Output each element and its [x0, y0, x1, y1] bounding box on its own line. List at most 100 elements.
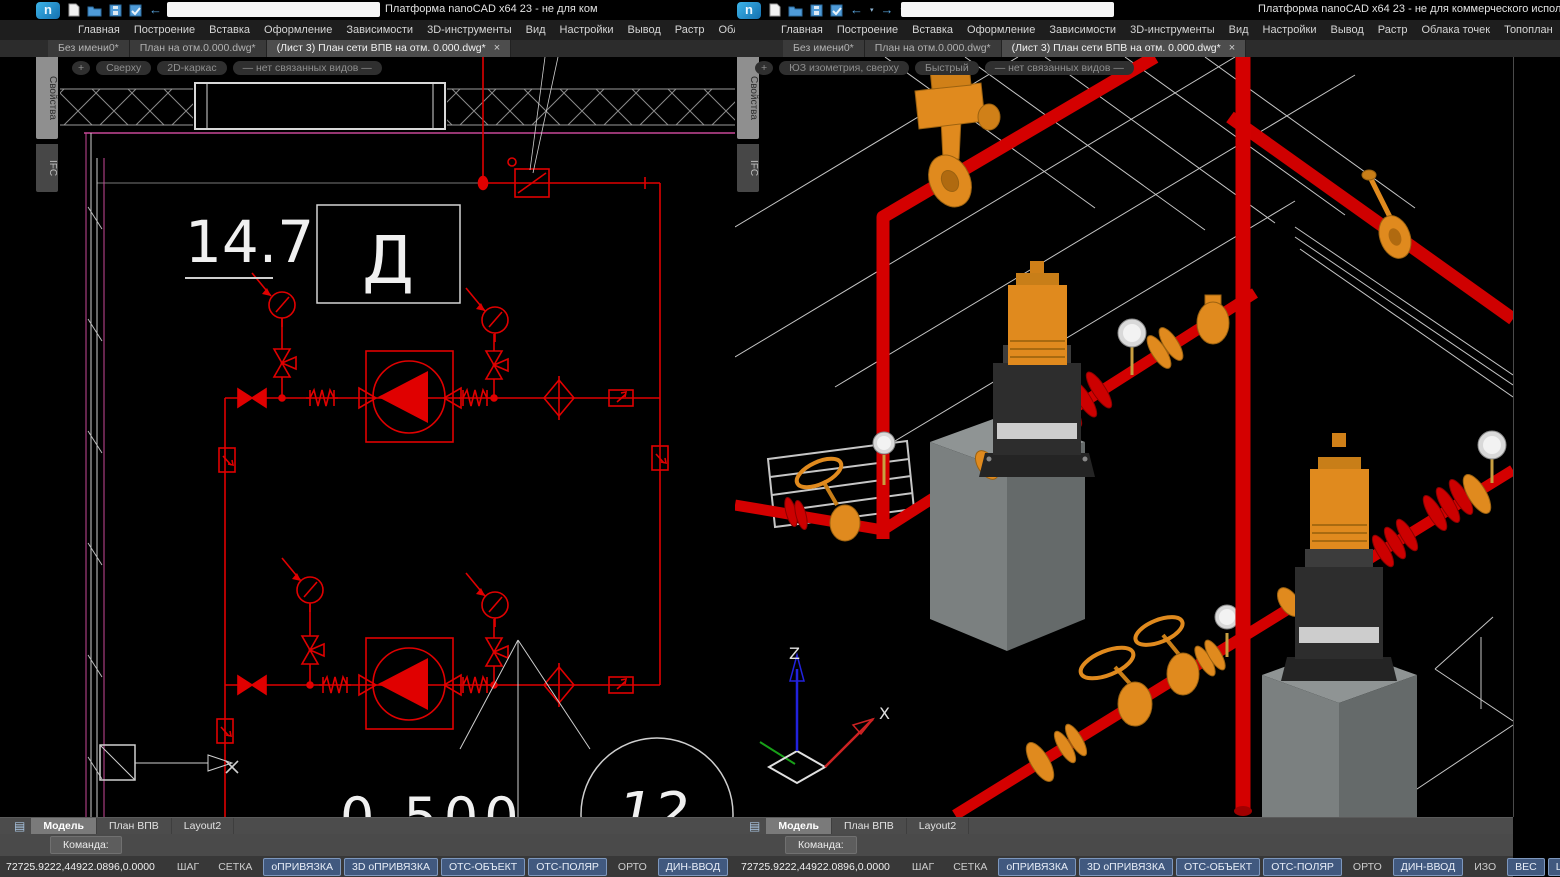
menu-item[interactable]: Растр [1378, 24, 1408, 36]
menu-item[interactable]: 3D-инструменты [427, 24, 512, 36]
open-folder-icon[interactable] [788, 4, 803, 17]
toolbar-field[interactable] [901, 2, 1114, 17]
roof-truss[interactable] [60, 81, 735, 131]
viewport-control-pill[interactable]: — нет связанных видов — [233, 61, 382, 75]
open-folder-icon[interactable] [87, 4, 102, 17]
menu-item[interactable]: Зависимости [1049, 24, 1116, 36]
new-file-icon[interactable] [769, 3, 781, 17]
menu-item[interactable]: Растр [675, 24, 705, 36]
viewport-3d[interactable]: Z X СвойстваIFC +ЮЗ изометрия, сверхуБыс… [735, 57, 1514, 817]
pipe-fittings-pump2-right[interactable] [1369, 431, 1506, 570]
pump-symbol-lower[interactable] [366, 638, 453, 729]
layout-tab[interactable]: План ВПВ [97, 818, 172, 834]
status-toggle[interactable]: 3D оПРИВЯЗКА [1079, 858, 1173, 876]
redo-forward-icon[interactable]: → [881, 3, 894, 17]
viewport-control-pill[interactable]: ЮЗ изометрия, сверху [779, 61, 909, 75]
status-toggle[interactable]: ОРТО [1345, 858, 1390, 876]
doc-tab-vpv-active[interactable]: (Лист 3) План сети ВПВ на отм. 0.000.dwg… [1002, 40, 1247, 57]
pump-2[interactable] [1262, 433, 1417, 817]
nanocad-logo[interactable]: n [36, 2, 60, 19]
menu-item[interactable]: Вид [526, 24, 546, 36]
layout-tab[interactable]: Модель [31, 818, 97, 834]
undo-back-icon[interactable]: ← [850, 3, 863, 17]
menu-item[interactable]: 3D-инструменты [1130, 24, 1215, 36]
doc-tab-plan[interactable]: План на отм.0.000.dwg* [130, 40, 267, 57]
status-toggle[interactable]: ВЕС [1507, 858, 1545, 876]
status-toggle[interactable]: ОТС-ОБЪЕКТ [1176, 858, 1260, 876]
menu-item[interactable]: Вид [1229, 24, 1249, 36]
menu-item[interactable]: Облака точек [1422, 24, 1491, 36]
menu-item[interactable]: Облака точек [719, 24, 736, 36]
side-panel-tab[interactable]: IFC [36, 144, 58, 192]
pipe-schematic[interactable] [217, 57, 668, 817]
menu-item[interactable]: Построение [837, 24, 898, 36]
close-tab-icon[interactable]: × [494, 40, 500, 57]
menu-item[interactable]: Настройки [1263, 24, 1317, 36]
close-tab-icon[interactable]: × [1229, 40, 1235, 57]
menu-item[interactable]: Зависимости [346, 24, 413, 36]
layout-tab[interactable]: Модель [766, 818, 832, 834]
status-toggle[interactable]: оПРИВЯЗКА [998, 858, 1076, 876]
menu-item[interactable]: Настройки [560, 24, 614, 36]
layout-list-icon[interactable]: ▤ [14, 819, 25, 833]
viewport-control-pill[interactable]: Сверху [96, 61, 151, 75]
doc-tab-unnamed[interactable]: Без имени0* [48, 40, 130, 57]
status-toggle[interactable]: ОТС-ПОЛЯР [528, 858, 607, 876]
status-toggle[interactable]: ДИН-ВВОД [658, 858, 728, 876]
menu-item[interactable]: Топоплан [1504, 24, 1553, 36]
2d-schematic-drawing[interactable]: 14.7 Д 0.500 12 [0, 57, 735, 817]
save-all-icon[interactable] [830, 4, 843, 17]
undo-dropdown-icon[interactable]: ▾ [870, 6, 874, 14]
valve-symbol-top[interactable] [508, 158, 549, 197]
status-toggle[interactable]: ДИН-ВВОД [1393, 858, 1463, 876]
pump-symbol-upper[interactable] [366, 351, 453, 442]
doc-tab-vpv-active[interactable]: (Лист 3) План сети ВПВ на отм. 0.000.dwg… [267, 40, 512, 57]
menu-item[interactable]: Главная [78, 24, 120, 36]
menu-item[interactable]: Вставка [912, 24, 953, 36]
undo-back-icon[interactable]: ← [149, 3, 162, 17]
layout-tab[interactable]: Layout2 [172, 818, 234, 834]
cursor-coordinates[interactable]: 72725.9222,44922.0896,0.0000 [6, 861, 155, 873]
status-toggle[interactable]: ОТС-ПОЛЯР [1263, 858, 1342, 876]
save-icon[interactable] [810, 4, 823, 17]
doc-tab-unnamed[interactable]: Без имени0* [783, 40, 865, 57]
side-panel-tab[interactable]: IFC [737, 144, 759, 192]
new-file-icon[interactable] [68, 3, 80, 17]
status-toggle[interactable]: ОТС-ОБЪЕКТ [441, 858, 525, 876]
status-toggle[interactable]: оПРИВЯЗКА [263, 858, 341, 876]
pump-1[interactable] [930, 261, 1095, 651]
save-icon[interactable] [109, 4, 122, 17]
side-panel-tab[interactable]: Свойства [36, 57, 58, 139]
command-line[interactable]: Команда: [735, 834, 1513, 856]
cursor-coordinates[interactable]: 72725.9222,44922.0896,0.0000 [741, 861, 890, 873]
menu-item[interactable]: Оформление [264, 24, 332, 36]
layout-tab[interactable]: Layout2 [907, 818, 969, 834]
viewport-control-pill[interactable]: 2D-каркас [157, 61, 226, 75]
drawing-canvas-2d[interactable]: 14.7 Д 0.500 12 Свойства IFC + Сверху 2D-ка… [0, 57, 735, 817]
command-prompt[interactable]: Команда: [50, 836, 122, 854]
layout-list-icon[interactable]: ▤ [749, 819, 760, 833]
toolbar-field[interactable] [167, 2, 380, 17]
status-toggle[interactable]: ШТРИХОВКА [1548, 858, 1560, 876]
status-toggle[interactable]: ШАГ [904, 858, 942, 876]
nanocad-logo[interactable]: n [737, 2, 761, 19]
save-all-icon[interactable] [129, 4, 142, 17]
status-toggle[interactable]: СЕТКА [945, 858, 995, 876]
viewport-control-pill[interactable]: + [72, 61, 90, 75]
layout-tab[interactable]: План ВПВ [832, 818, 907, 834]
command-prompt[interactable]: Команда: [785, 836, 857, 854]
menu-item[interactable]: Вставка [209, 24, 250, 36]
command-line[interactable]: Команда: [0, 834, 735, 856]
menu-item[interactable]: Построение [134, 24, 195, 36]
status-toggle[interactable]: 3D оПРИВЯЗКА [344, 858, 438, 876]
doc-tab-plan[interactable]: План на отм.0.000.dwg* [865, 40, 1002, 57]
menu-item[interactable]: Главная [781, 24, 823, 36]
menu-item[interactable]: Вывод [1330, 24, 1363, 36]
viewport-control-pill[interactable]: Быстрый [915, 61, 979, 75]
status-toggle[interactable]: ШАГ [169, 858, 207, 876]
status-toggle[interactable]: СЕТКА [210, 858, 260, 876]
status-toggle[interactable]: ИЗО [1466, 858, 1504, 876]
status-toggle[interactable]: ОРТО [610, 858, 655, 876]
pump-line-lower[interactable] [225, 558, 660, 729]
3d-model-view[interactable]: Z X [735, 57, 1513, 817]
